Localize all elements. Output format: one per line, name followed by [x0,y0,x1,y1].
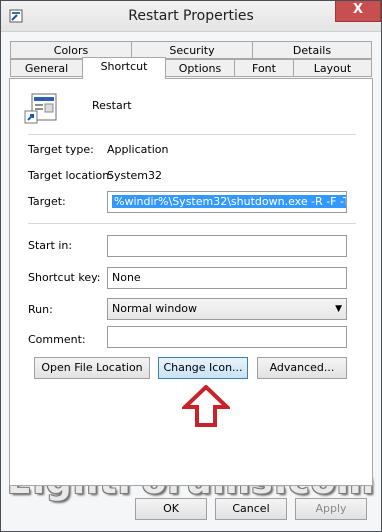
tab-layout[interactable]: Layout [293,59,372,77]
change-icon-button[interactable]: Change Icon... [158,357,248,379]
target-location-value: System32 [107,169,163,182]
cancel-button[interactable]: Cancel [215,498,287,520]
separator [28,134,356,135]
tab-general[interactable]: General [10,59,83,77]
target-input[interactable]: %windir%\System32\shutdown.exe -R -F -T … [107,191,347,213]
window-title: Restart Properties [128,8,254,24]
tab-options[interactable]: Options [165,59,235,77]
target-label: Target: [28,195,66,208]
comment-label: Comment: [28,333,86,346]
target-type-label: Target type: [28,143,94,156]
shortcut-key-input[interactable]: None [107,267,347,289]
comment-input[interactable] [107,326,347,348]
run-select[interactable]: Normal window ▼ [107,298,347,320]
ok-button[interactable]: OK [135,498,207,520]
target-type-value: Application [107,143,169,156]
shortcut-key-label: Shortcut key: [28,271,101,284]
open-file-location-button[interactable]: Open File Location [34,357,150,379]
tab-details[interactable]: Details [252,41,372,59]
target-location-label: Target location: [28,169,113,182]
red-outline-up-arrow-icon [182,385,230,427]
close-button[interactable]: X [335,1,381,22]
advanced-button[interactable]: Advanced... [257,357,347,379]
tab-shortcut[interactable]: Shortcut [82,57,166,79]
title-bar[interactable]: Restart Properties X [1,1,381,32]
target-value: %windir%\System32\shutdown.exe -R -F -T … [112,195,346,208]
run-label: Run: [28,303,53,316]
separator [28,223,356,224]
start-in-input[interactable] [107,235,347,257]
start-in-label: Start in: [28,239,73,252]
run-select-value: Normal window [112,302,198,315]
apply-button[interactable]: Apply [295,498,367,520]
shortcut-file-icon [24,93,57,124]
properties-window: Restart Properties X Colors Security Det… [0,0,382,532]
shortcut-name: Restart [92,99,132,112]
close-icon: X [352,2,364,17]
tab-font[interactable]: Font [234,59,294,77]
chevron-down-icon: ▼ [335,304,342,314]
